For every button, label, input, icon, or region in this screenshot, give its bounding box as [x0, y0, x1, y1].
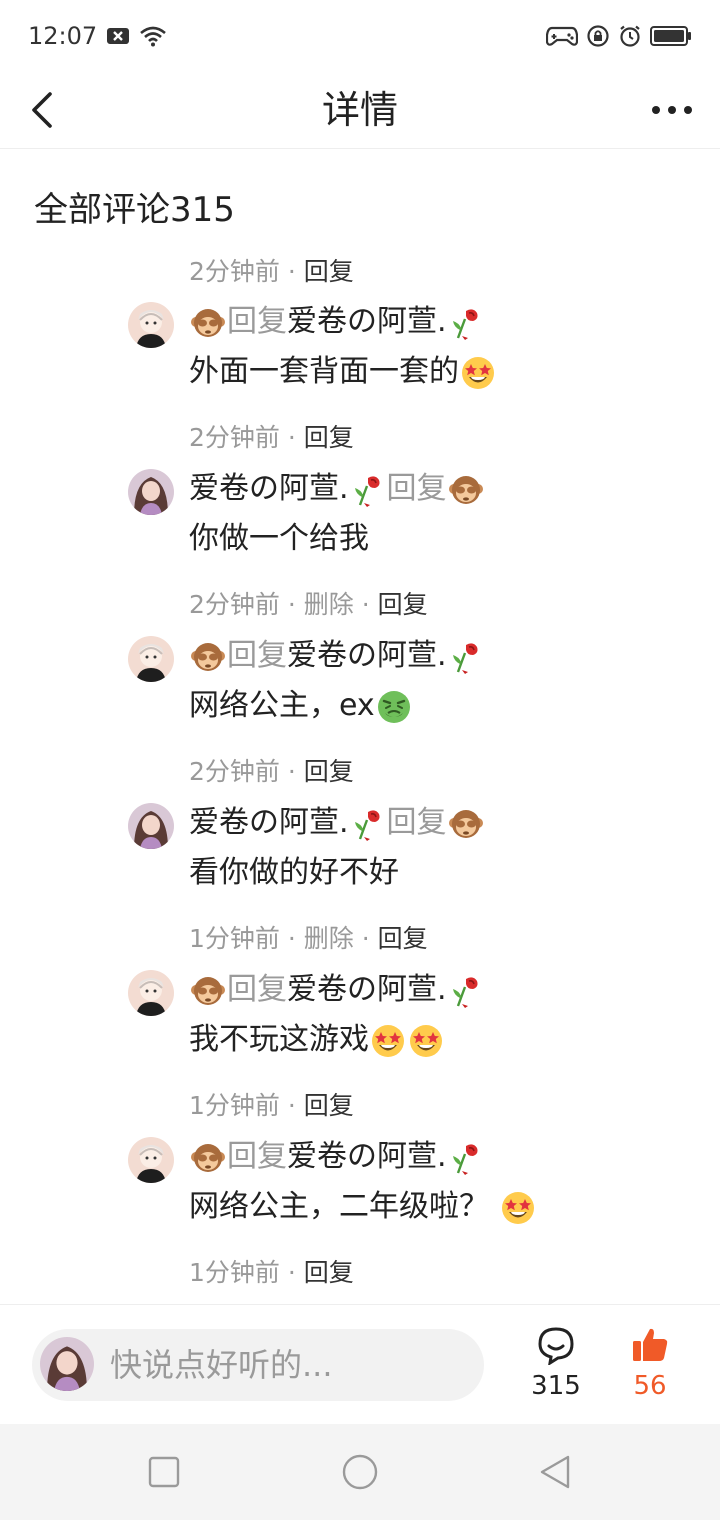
home-button[interactable]: [342, 1454, 378, 1490]
square-icon: [148, 1456, 180, 1488]
author-name[interactable]: 爱卷の阿萱.: [189, 805, 349, 840]
reply-link[interactable]: 回复: [304, 258, 354, 286]
delete-link[interactable]: 删除: [304, 924, 354, 953]
monkey-emoji-icon: [448, 806, 484, 842]
triangle-back-icon: [540, 1455, 570, 1489]
monkey-emoji-icon: [190, 305, 226, 341]
gamepad-icon: [546, 25, 578, 47]
like-count: 56: [633, 1371, 667, 1401]
comment-meta: 1分钟前 · 删除 · 回复: [189, 924, 428, 953]
thumbs-up-icon: [633, 1328, 668, 1361]
wilted-rose-icon: [350, 806, 386, 842]
reply-prefix: 回复: [386, 471, 447, 506]
avatar[interactable]: [128, 803, 174, 849]
reply-link[interactable]: 回复: [378, 924, 428, 953]
comments-section-title: 全部评论315: [34, 182, 235, 231]
reply-target-name[interactable]: 爱卷の阿萱.: [287, 972, 447, 1007]
comments-label: 全部评论: [34, 190, 170, 230]
avatar[interactable]: [128, 469, 174, 515]
monkey-emoji-icon: [448, 472, 484, 508]
comments-count: 315: [170, 190, 235, 230]
reply-link[interactable]: 回复: [378, 590, 428, 619]
system-back-button[interactable]: [538, 1454, 574, 1490]
avatar[interactable]: [128, 1137, 174, 1183]
chevron-left-icon: [32, 92, 52, 128]
comment-bubble-icon: [538, 1327, 574, 1367]
avatar: [40, 1337, 94, 1391]
comment-meta: 1分钟前 · 回复: [189, 1258, 354, 1287]
star-struck-emoji-icon: [460, 355, 496, 391]
delete-link[interactable]: 删除: [304, 590, 354, 619]
monkey-emoji-icon: [190, 639, 226, 675]
comment-text: 外面一套背面一套的: [189, 354, 459, 389]
monkey-emoji-icon: [190, 1140, 226, 1176]
comment-count-button[interactable]: 315: [521, 1325, 591, 1401]
circle-icon: [342, 1454, 378, 1490]
comment-list[interactable]: 2分钟前 · 回复 回复爱卷の阿萱. 外面一套背面一套的 2分钟前 · 回复 爱…: [0, 258, 720, 1304]
reply-link[interactable]: 回复: [304, 1258, 354, 1287]
reply-link[interactable]: 回复: [304, 757, 354, 786]
more-options-button[interactable]: [648, 86, 696, 134]
wilted-rose-icon: [448, 639, 484, 675]
reply-prefix: 回复: [227, 638, 287, 673]
comment-text: 网络公主，二年级啦？: [189, 1189, 489, 1224]
reply-prefix: 回复: [386, 805, 447, 840]
rotation-lock-icon: [586, 24, 610, 48]
back-button[interactable]: [22, 82, 62, 138]
comment-text: 你做一个给我: [189, 521, 369, 556]
comment-meta: 1分钟前 · 回复: [189, 1091, 354, 1120]
top-nav-bar: 详情: [0, 72, 720, 149]
reply-target-name[interactable]: 爱卷の阿萱.: [287, 304, 447, 339]
star-struck-emoji-icon: [408, 1023, 444, 1059]
star-struck-emoji-icon: [370, 1023, 406, 1059]
comment-input-bar: 快说点好听的... 315 56: [0, 1304, 720, 1425]
reply-prefix: 回复: [227, 1139, 287, 1174]
wilted-rose-icon: [448, 973, 484, 1009]
wilted-rose-icon: [448, 305, 484, 341]
wilted-rose-icon: [350, 472, 386, 508]
alarm-icon: [618, 24, 642, 48]
recent-apps-button[interactable]: [146, 1454, 182, 1490]
reply-link[interactable]: 回复: [304, 423, 354, 452]
system-navigation-bar: [0, 1424, 720, 1520]
more-dots-icon: [652, 106, 692, 114]
wilted-rose-icon: [448, 1140, 484, 1176]
comment-meta: 2分钟前 · 回复: [189, 757, 354, 786]
comment-text: 看你做的好不好: [189, 855, 399, 890]
reply-prefix: 回复: [227, 304, 287, 339]
status-bar: 12:07: [0, 0, 720, 72]
comment-meta: 2分钟前 · 删除 · 回复: [189, 590, 428, 619]
reply-target-name[interactable]: 爱卷の阿萱.: [287, 1139, 447, 1174]
comment-text: 我不玩这游戏: [189, 1022, 369, 1057]
reply-prefix: 回复: [227, 972, 287, 1007]
avatar[interactable]: [128, 302, 174, 348]
like-button[interactable]: 56: [615, 1325, 685, 1401]
author-name[interactable]: 爱卷の阿萱.: [189, 471, 349, 506]
reply-link[interactable]: 回复: [304, 1091, 354, 1120]
wifi-icon: [139, 25, 167, 47]
status-time: 12:07: [28, 22, 98, 50]
battery-icon: [650, 25, 692, 47]
avatar[interactable]: [128, 970, 174, 1016]
reply-target-name[interactable]: 爱卷の阿萱.: [287, 638, 447, 673]
comment-meta: 2分钟前 · 回复: [189, 423, 354, 452]
comment-meta: 2分钟前 · 回复: [189, 258, 354, 286]
page-title: 详情: [321, 88, 398, 132]
input-placeholder: 快说点好听的...: [110, 1346, 333, 1384]
avatar[interactable]: [128, 636, 174, 682]
comment-count: 315: [531, 1371, 581, 1401]
monkey-emoji-icon: [190, 973, 226, 1009]
nauseated-face-icon: [376, 689, 412, 725]
comment-input[interactable]: 快说点好听的...: [32, 1329, 484, 1401]
comment-text: 网络公主，ex: [189, 688, 375, 723]
star-struck-emoji-icon: [500, 1190, 536, 1226]
no-sim-icon: [107, 27, 130, 45]
